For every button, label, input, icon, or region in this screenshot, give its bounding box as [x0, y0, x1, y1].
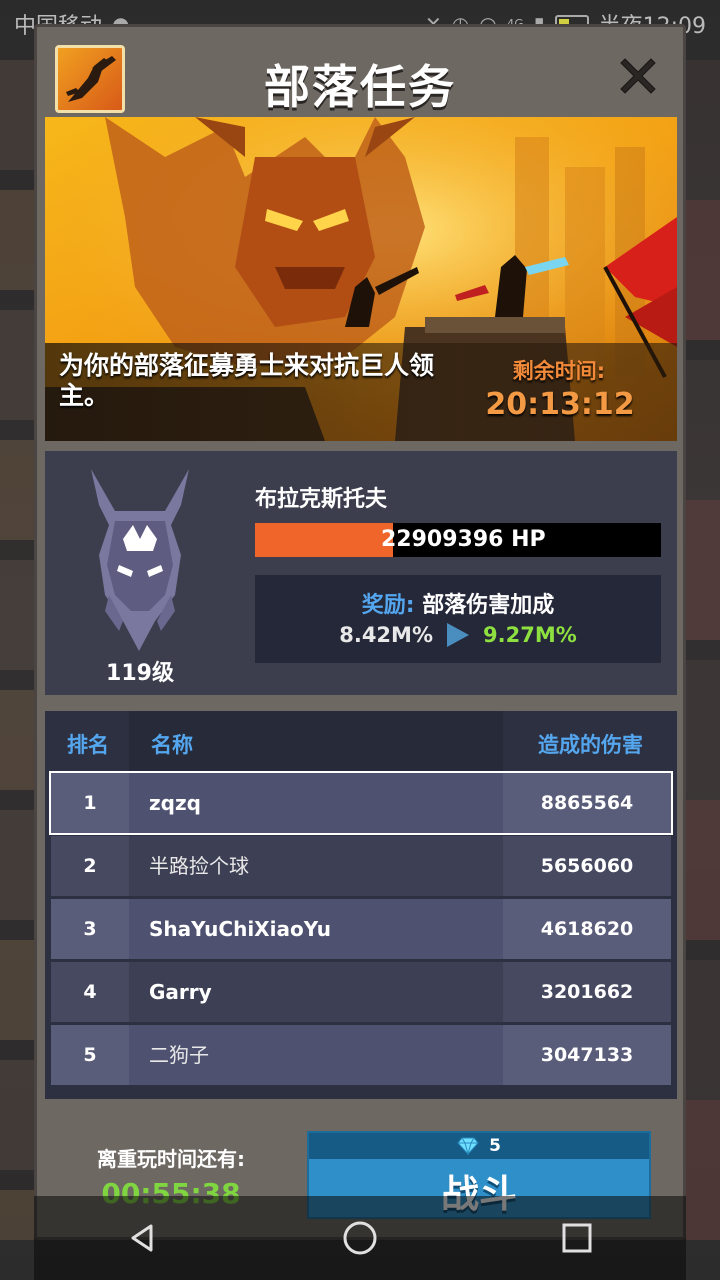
row-rank: 2 — [51, 836, 129, 896]
fight-cost: 5 — [309, 1133, 649, 1159]
row-damage: 5656060 — [503, 836, 671, 896]
leaderboard-row[interactable]: 4 Garry 3201662 — [51, 962, 671, 1022]
close-icon — [620, 58, 656, 94]
row-rank: 3 — [51, 899, 129, 959]
leaderboard-row[interactable]: 1 zqzq 8865564 — [49, 771, 673, 835]
home-icon — [343, 1221, 377, 1255]
row-name: zqzq — [129, 773, 503, 833]
boss-level: 119级 — [106, 661, 174, 686]
dialog-title: 部落任务 — [264, 60, 456, 114]
damage-column-header: 造成的伤害 — [538, 733, 643, 757]
reward-text: 部落伤害加成 — [422, 593, 555, 618]
close-button[interactable] — [615, 53, 661, 99]
row-damage: 3047133 — [503, 1025, 671, 1085]
row-rank: 5 — [51, 1025, 129, 1085]
back-button[interactable] — [123, 1218, 163, 1258]
tribe-quest-dialog: 部落任务 为你的部落征募勇士来对抗巨人领主。 剩余时间: 20:13:12 11… — [34, 24, 686, 1240]
back-icon — [131, 1224, 153, 1252]
reward-box: 奖励: 部落伤害加成 8.42M% 9.27M% — [255, 575, 661, 663]
row-name: 半路捡个球 — [129, 836, 503, 896]
arrow-right-icon — [447, 623, 469, 647]
reward-label: 奖励: — [361, 593, 415, 618]
boss-name: 布拉克斯托夫 — [255, 487, 388, 512]
row-damage: 8865564 — [503, 773, 671, 833]
remaining-time-value: 20:13:12 — [485, 387, 635, 422]
home-button[interactable] — [340, 1218, 380, 1258]
row-damage: 4618620 — [503, 899, 671, 959]
row-rank: 4 — [51, 962, 129, 1022]
rank-column-header: 排名 — [67, 733, 109, 757]
leaderboard-row[interactable]: 2 半路捡个球 5656060 — [51, 836, 671, 896]
dialog-header: 部落任务 — [37, 27, 683, 117]
background-right-strip — [686, 60, 720, 1240]
boss-hp-bar: 22909396 HP — [255, 523, 661, 557]
leaderboard-row[interactable]: 3 ShaYuChiXiaoYu 4618620 — [51, 899, 671, 959]
row-damage: 3201662 — [503, 962, 671, 1022]
reward-next-value: 9.27M% — [483, 623, 577, 647]
fight-cost-value: 5 — [489, 1136, 501, 1156]
boss-hp-text: 22909396 HP — [381, 527, 546, 552]
recents-button[interactable] — [557, 1218, 597, 1258]
row-name: Garry — [129, 962, 503, 1022]
leaderboard-row[interactable]: 5 二狗子 3047133 — [51, 1025, 671, 1085]
remaining-time-label: 剩余时间: — [512, 359, 606, 383]
row-name: 二狗子 — [129, 1025, 503, 1085]
recents-icon — [562, 1223, 592, 1253]
row-name: ShaYuChiXiaoYu — [129, 899, 503, 959]
damage-leaderboard: 排名 名称 造成的伤害 1 zqzq 8865564 2 半路捡个球 56560… — [45, 711, 677, 1099]
reward-current-value: 8.42M% — [339, 623, 433, 647]
boss-emblem-icon — [79, 465, 201, 655]
background-left-strip — [0, 60, 34, 1240]
name-column-header: 名称 — [151, 733, 193, 757]
diamond-icon — [457, 1137, 479, 1155]
system-nav-bar — [34, 1196, 686, 1280]
boss-panel: 119级 布拉克斯托夫 22909396 HP 奖励: 部落伤害加成 8.42M… — [45, 451, 677, 695]
leaderboard-header: 排名 名称 造成的伤害 — [51, 711, 671, 773]
quest-description: 为你的部落征募勇士来对抗巨人领主。 — [59, 351, 435, 410]
quest-banner: 为你的部落征募勇士来对抗巨人领主。 剩余时间: 20:13:12 — [45, 117, 677, 441]
replay-countdown-label: 离重玩时间还有: — [97, 1147, 245, 1171]
row-rank: 1 — [51, 773, 129, 833]
